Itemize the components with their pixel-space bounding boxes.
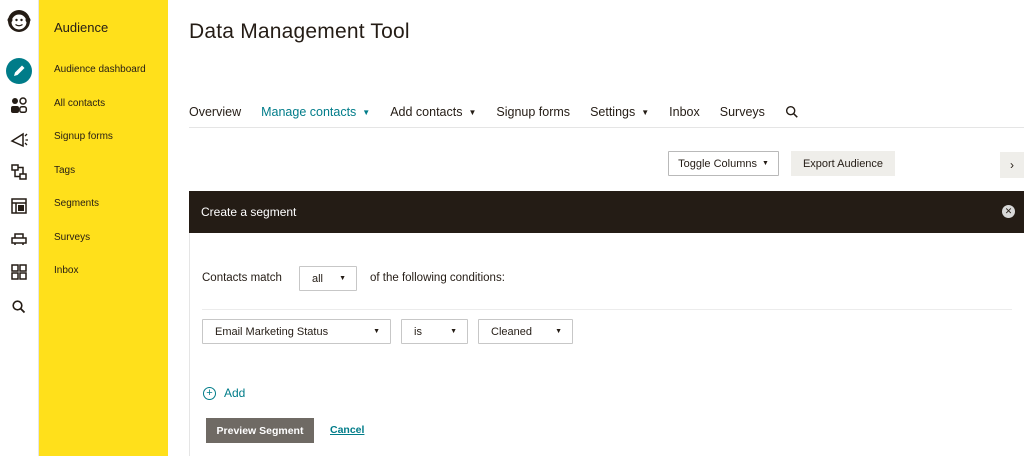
toggle-columns-button[interactable]: Toggle Columns ▼	[668, 151, 779, 176]
audience-nav: Overview Manage contacts ▼ Add contacts ▼ …	[189, 103, 819, 121]
tab-settings[interactable]: Settings ▼	[590, 105, 649, 119]
automations-icon[interactable]	[5, 158, 33, 186]
condition-operator-value: is	[414, 325, 422, 338]
chevron-down-icon: ▼	[450, 328, 457, 335]
match-select[interactable]: all ▼	[299, 266, 357, 291]
contacts-match-label: Contacts match	[202, 272, 282, 284]
campaigns-icon[interactable]	[5, 125, 33, 153]
tab-overview[interactable]: Overview	[189, 105, 241, 119]
tab-label: Add contacts	[390, 105, 463, 119]
search-icon[interactable]	[5, 293, 33, 321]
tab-manage-contacts[interactable]: Manage contacts ▼	[261, 105, 370, 119]
condition-field-select[interactable]: Email Marketing Status ▼	[202, 319, 391, 344]
add-condition-label: Add	[224, 386, 246, 400]
create-pencil-icon[interactable]	[5, 57, 33, 85]
tab-label: Signup forms	[496, 105, 571, 119]
chevron-down-icon: ▼	[641, 107, 650, 117]
audience-icon[interactable]	[5, 91, 33, 119]
tab-label: Manage contacts	[261, 105, 357, 119]
preview-segment-button[interactable]: Preview Segment	[206, 418, 314, 443]
export-audience-button[interactable]: Export Audience	[791, 151, 895, 176]
nav-search-icon[interactable]	[785, 105, 799, 119]
sidebar-title: Audience	[54, 20, 109, 35]
audience-sidebar: Audience Audience dashboard All contacts…	[39, 0, 168, 456]
close-icon[interactable]: ✕	[1002, 205, 1015, 218]
sidebar-item-tags[interactable]: Tags	[54, 165, 75, 176]
tab-label: Surveys	[719, 105, 765, 119]
sidebar-item-inbox[interactable]: Inbox	[54, 265, 78, 276]
website-icon[interactable]	[5, 192, 33, 220]
sidebar-item-segments[interactable]: Segments	[54, 198, 99, 209]
sidebar-item-audience-dashboard[interactable]: Audience dashboard	[54, 64, 146, 75]
conditions-label: of the following conditions:	[370, 272, 505, 284]
conditions-divider	[202, 309, 1012, 310]
toggle-columns-label: Toggle Columns	[678, 157, 757, 170]
tab-surveys[interactable]: Surveys	[720, 105, 765, 119]
tab-inbox[interactable]: Inbox	[669, 105, 700, 119]
sidebar-item-all-contacts[interactable]: All contacts	[54, 98, 105, 109]
chevron-down-icon: ▼	[362, 107, 371, 117]
segment-panel-title: Create a segment	[201, 205, 297, 219]
icon-rail	[0, 0, 39, 456]
chevron-down-icon: ▼	[761, 160, 769, 167]
condition-field-value: Email Marketing Status	[215, 325, 329, 338]
tab-label: Overview	[189, 105, 242, 119]
cancel-link[interactable]: Cancel	[330, 424, 364, 436]
chevron-down-icon: ▼	[373, 328, 380, 335]
chevron-down-icon: ▼	[339, 275, 346, 282]
tab-label: Inbox	[669, 105, 700, 119]
chevron-down-icon: ▼	[468, 107, 477, 117]
nav-divider	[189, 127, 1024, 128]
freddie-logo-icon[interactable]	[5, 6, 33, 34]
sidebar-item-surveys[interactable]: Surveys	[54, 232, 90, 243]
tab-signup-forms[interactable]: Signup forms	[496, 105, 570, 119]
tab-add-contacts[interactable]: Add contacts ▼	[390, 105, 476, 119]
scroll-right-button[interactable]: ›	[1000, 152, 1024, 178]
tab-label: Settings	[590, 105, 636, 119]
integrations-icon[interactable]	[5, 225, 33, 253]
match-select-value: all	[312, 272, 324, 285]
sidebar-item-signup-forms[interactable]: Signup forms	[54, 131, 113, 142]
condition-value-select[interactable]: Cleaned ▼	[478, 319, 573, 344]
add-condition-button[interactable]: + Add	[203, 386, 245, 400]
condition-value-value: Cleaned	[491, 325, 532, 338]
segment-panel-header: Create a segment ✕	[189, 191, 1024, 233]
chevron-right-icon: ›	[1010, 158, 1014, 172]
plus-circle-icon: +	[203, 386, 216, 400]
chevron-down-icon: ▼	[555, 328, 562, 335]
page-title: Data Management Tool	[189, 20, 410, 43]
dashboard-grid-icon[interactable]	[5, 258, 33, 286]
condition-operator-select[interactable]: is ▼	[401, 319, 468, 344]
